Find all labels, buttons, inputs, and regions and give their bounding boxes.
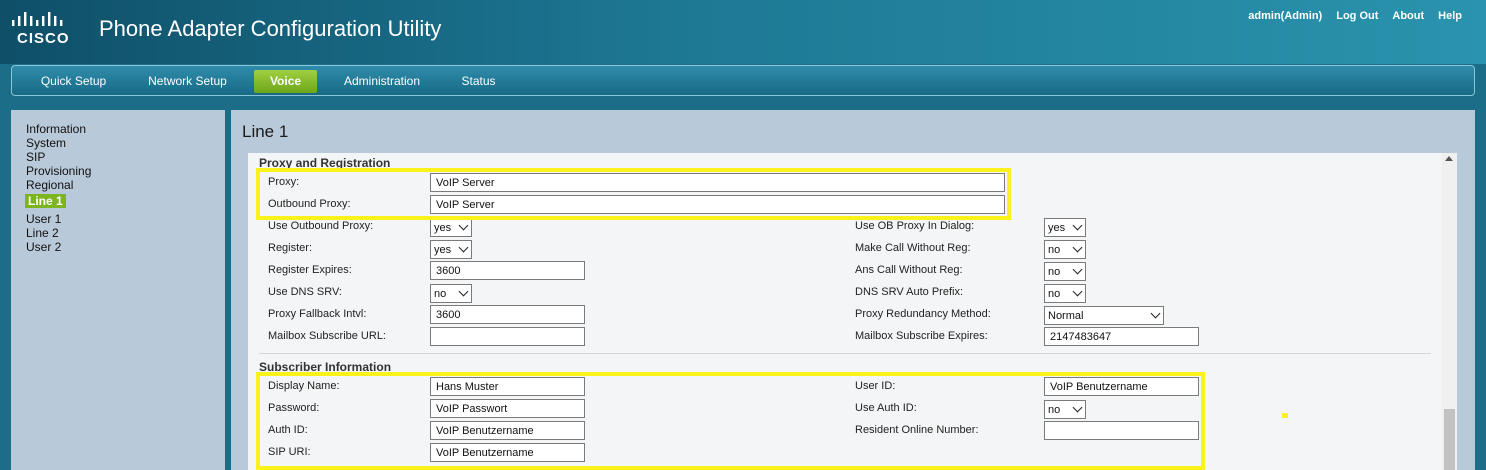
logout-link[interactable]: Log Out bbox=[1336, 10, 1378, 22]
proxy-redundancy-select[interactable]: Normal bbox=[1044, 306, 1164, 325]
about-link[interactable]: About bbox=[1392, 10, 1424, 22]
register-value: yes bbox=[434, 244, 452, 256]
mailbox-expires-label: Mailbox Subscribe Expires: bbox=[855, 330, 988, 342]
current-user: admin(Admin) bbox=[1248, 10, 1323, 22]
sidebar-item-regional[interactable]: Regional bbox=[26, 178, 73, 192]
use-ob-proxy-dialog-value: yes bbox=[1048, 222, 1066, 234]
register-expires-label: Register Expires: bbox=[268, 264, 352, 276]
dns-srv-auto-prefix-label: DNS SRV Auto Prefix: bbox=[855, 286, 964, 298]
ans-call-without-reg-label: Ans Call Without Reg: bbox=[855, 264, 963, 276]
sidebar-item-system[interactable]: System bbox=[26, 136, 66, 150]
sidebar: Information System SIP Provisioning Regi… bbox=[11, 110, 225, 470]
dns-srv-auto-prefix-value: no bbox=[1048, 288, 1061, 300]
tab-status[interactable]: Status bbox=[453, 70, 504, 93]
tab-quick-setup[interactable]: Quick Setup bbox=[26, 70, 121, 93]
tab-voice[interactable]: Voice bbox=[254, 70, 317, 93]
mailbox-expires-input[interactable]: 2147483647 bbox=[1044, 327, 1199, 346]
chevron-down-icon bbox=[1072, 264, 1083, 275]
highlight-proxy-box bbox=[256, 168, 1011, 220]
highlight-dot bbox=[1282, 413, 1288, 418]
mailbox-url-label: Mailbox Subscribe URL: bbox=[268, 330, 386, 342]
use-ob-proxy-dialog-select[interactable]: yes bbox=[1044, 218, 1086, 237]
use-outbound-proxy-select[interactable]: yes bbox=[430, 218, 472, 237]
chevron-down-icon bbox=[1150, 308, 1161, 319]
panel-scrollbar[interactable] bbox=[1442, 153, 1457, 470]
help-link[interactable]: Help bbox=[1438, 10, 1462, 22]
register-expires-input[interactable]: 3600 bbox=[430, 261, 585, 280]
use-outbound-proxy-value: yes bbox=[434, 222, 452, 234]
chevron-down-icon bbox=[1072, 286, 1083, 297]
brand-wordmark: CISCO bbox=[17, 30, 70, 47]
make-call-without-reg-label: Make Call Without Reg: bbox=[855, 242, 971, 254]
sidebar-item-line2[interactable]: Line 2 bbox=[26, 226, 59, 240]
register-label: Register: bbox=[268, 242, 313, 254]
tab-administration[interactable]: Administration bbox=[334, 70, 430, 93]
chevron-down-icon bbox=[1072, 242, 1083, 253]
main-nav: Quick Setup Network Setup Voice Administ… bbox=[11, 65, 1475, 96]
chevron-down-icon bbox=[458, 242, 469, 253]
use-dns-srv-label: Use DNS SRV: bbox=[268, 286, 342, 298]
use-dns-srv-value: no bbox=[434, 288, 447, 300]
scroll-thumb[interactable] bbox=[1444, 409, 1455, 470]
scroll-up-arrow-icon[interactable] bbox=[1445, 156, 1453, 161]
sidebar-item-information[interactable]: Information bbox=[26, 122, 86, 136]
chevron-down-icon bbox=[1072, 220, 1083, 231]
ans-call-without-reg-select[interactable]: no bbox=[1044, 262, 1086, 281]
sidebar-item-user1[interactable]: User 1 bbox=[26, 212, 61, 226]
make-call-without-reg-select[interactable]: no bbox=[1044, 240, 1086, 259]
top-nav: admin(Admin) Log Out About Help bbox=[1248, 10, 1462, 22]
use-outbound-proxy-label: Use Outbound Proxy: bbox=[268, 220, 374, 232]
chevron-down-icon bbox=[458, 286, 469, 297]
proxy-redundancy-label: Proxy Redundancy Method: bbox=[855, 308, 991, 320]
tab-network-setup[interactable]: Network Setup bbox=[139, 70, 236, 93]
proxy-redundancy-value: Normal bbox=[1048, 310, 1084, 322]
register-select[interactable]: yes bbox=[430, 240, 472, 259]
proxy-fallback-label: Proxy Fallback Intvl: bbox=[268, 308, 367, 320]
make-call-without-reg-value: no bbox=[1048, 244, 1061, 256]
chevron-down-icon bbox=[458, 220, 469, 231]
sidebar-item-sip[interactable]: SIP bbox=[26, 150, 45, 164]
section-divider bbox=[259, 353, 1431, 354]
proxy-fallback-input[interactable]: 3600 bbox=[430, 305, 585, 324]
highlight-subscriber-box bbox=[256, 372, 1205, 470]
sidebar-item-user2[interactable]: User 2 bbox=[26, 240, 61, 254]
dns-srv-auto-prefix-select[interactable]: no bbox=[1044, 284, 1086, 303]
mailbox-url-input[interactable] bbox=[430, 327, 585, 346]
use-ob-proxy-dialog-label: Use OB Proxy In Dialog: bbox=[855, 220, 975, 232]
page-title: Line 1 bbox=[242, 122, 289, 141]
app-title: Phone Adapter Configuration Utility bbox=[99, 16, 442, 41]
ans-call-without-reg-value: no bbox=[1048, 266, 1061, 278]
sidebar-item-provisioning[interactable]: Provisioning bbox=[26, 164, 91, 178]
use-dns-srv-select[interactable]: no bbox=[430, 284, 472, 303]
sidebar-item-line1[interactable]: Line 1 bbox=[25, 194, 66, 208]
header: CISCO Phone Adapter Configuration Utilit… bbox=[0, 0, 1486, 64]
